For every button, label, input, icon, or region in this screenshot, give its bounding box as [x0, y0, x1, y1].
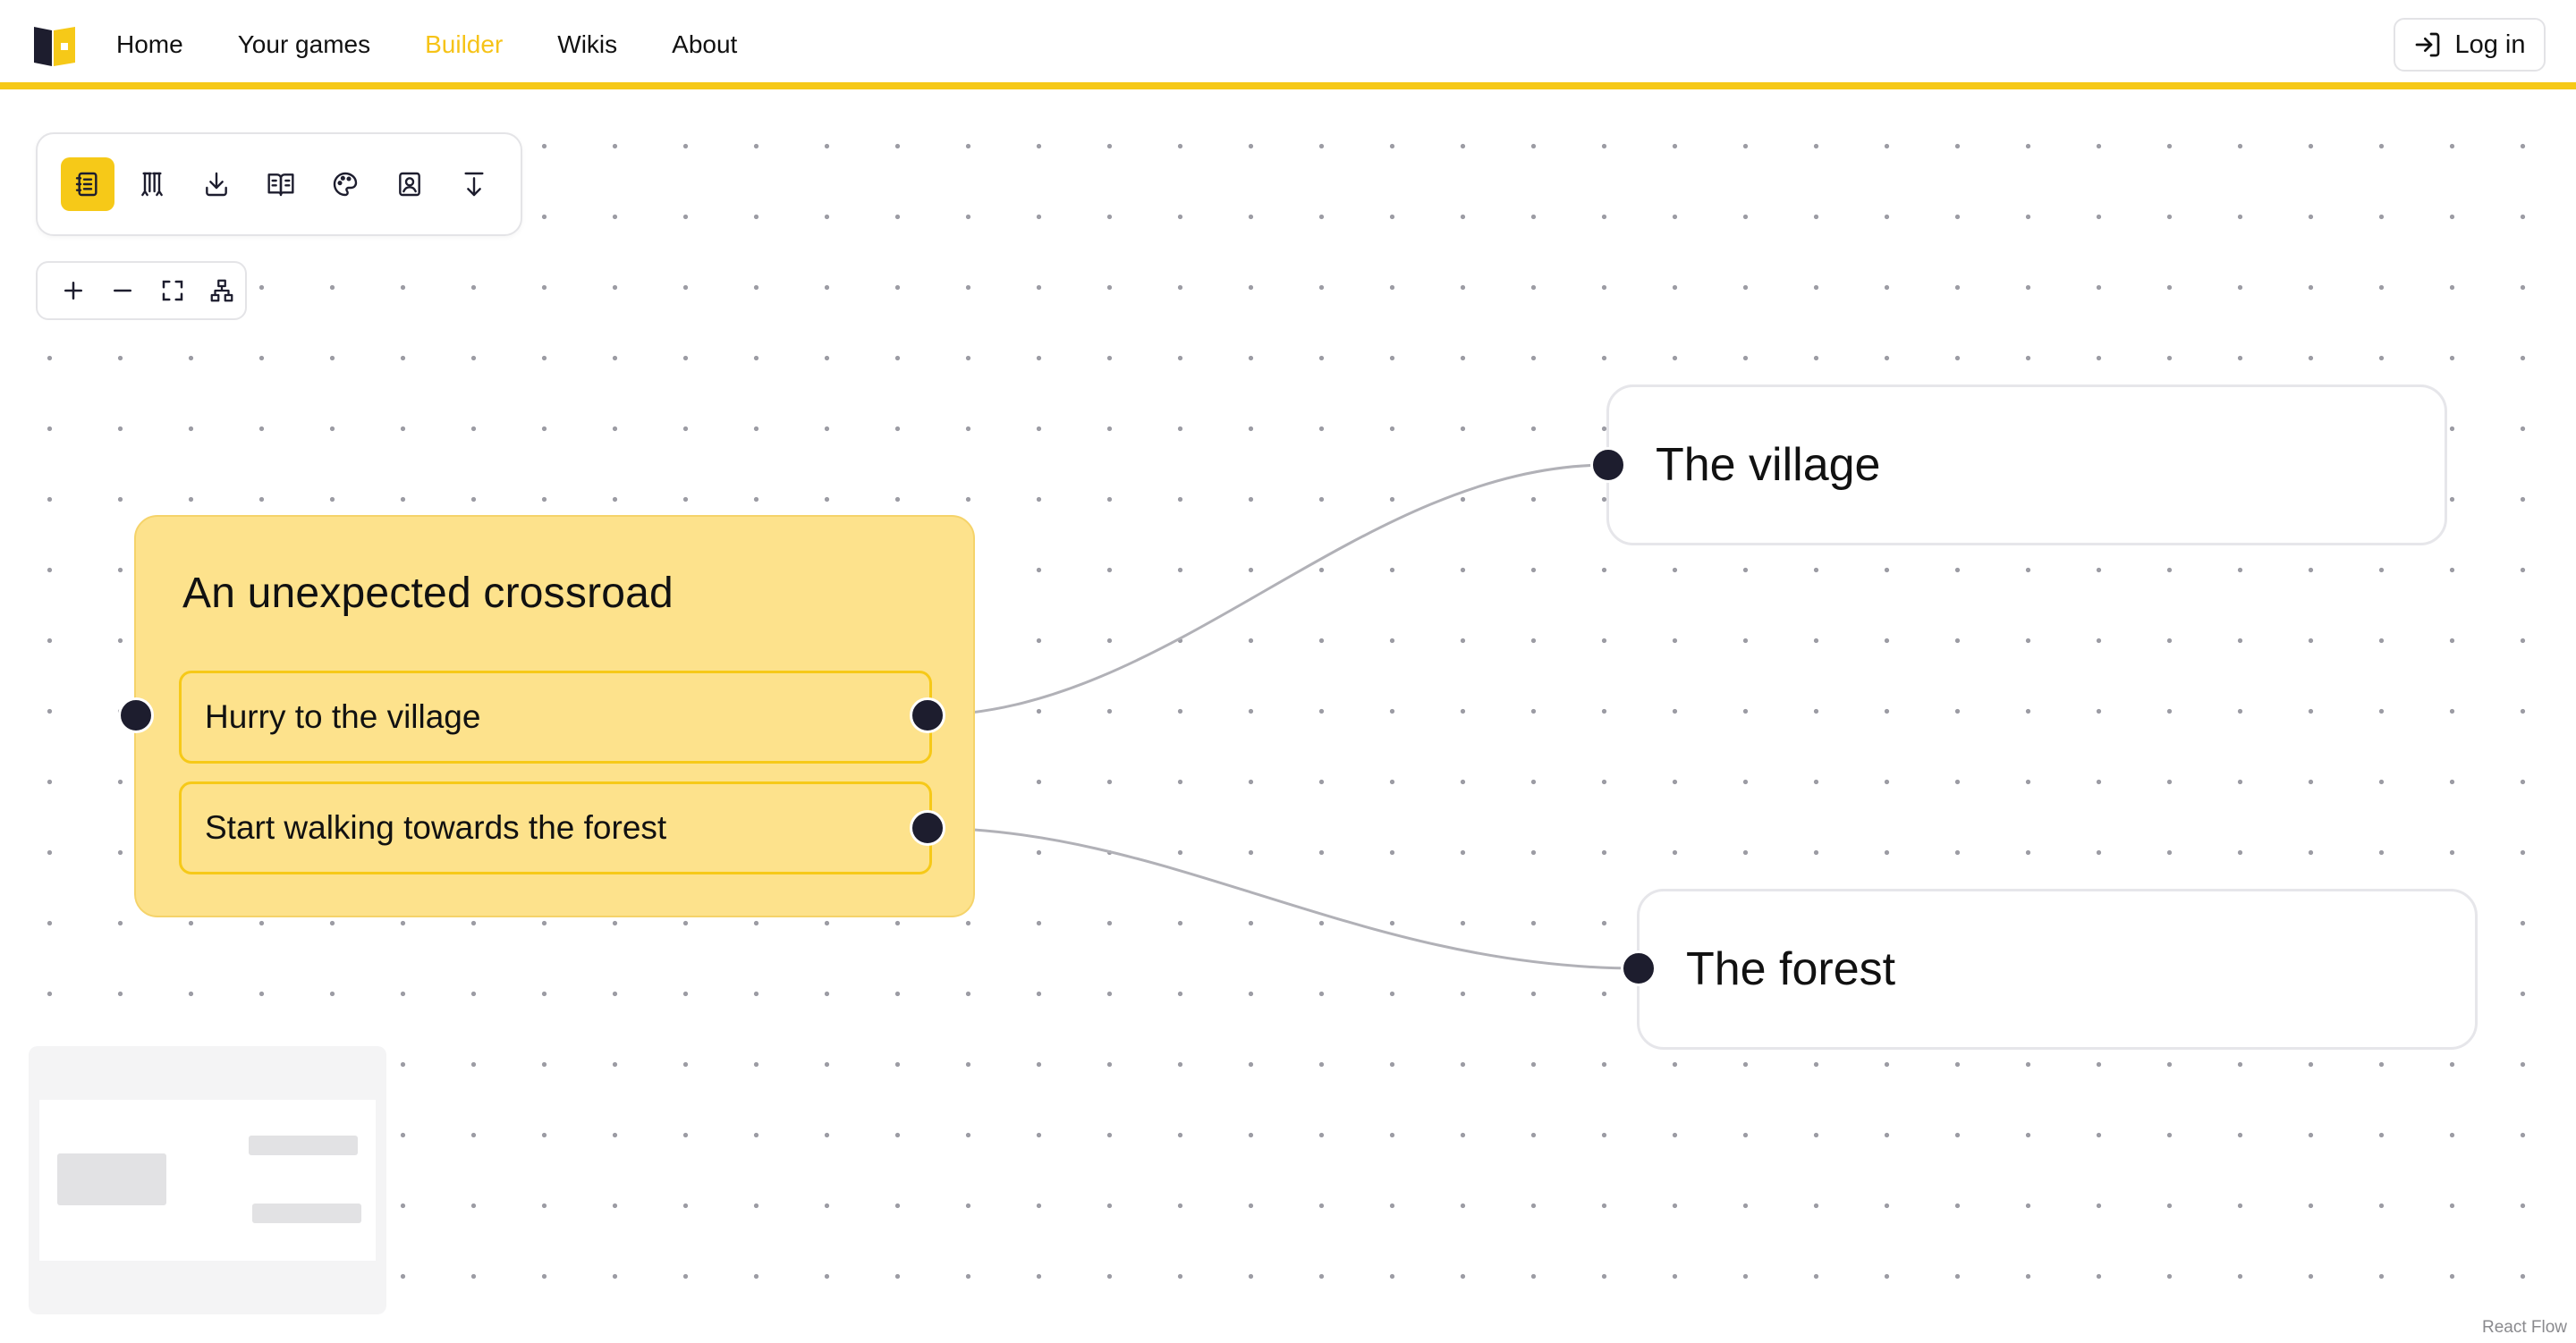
minimap-node	[57, 1153, 166, 1205]
login-button[interactable]: Log in	[2394, 18, 2546, 72]
scene-title: The forest	[1686, 943, 1896, 995]
zoom-controls	[36, 261, 247, 320]
logo-icon[interactable]	[30, 23, 80, 68]
scene-node-forest[interactable]: The forest	[1637, 889, 2478, 1050]
nav-wikis[interactable]: Wikis	[557, 32, 617, 57]
builder-toolbar	[36, 132, 522, 236]
nav-about[interactable]: About	[672, 32, 737, 57]
download-icon	[206, 172, 227, 197]
source-handle-forest[interactable]	[910, 810, 945, 846]
nav-home[interactable]: Home	[116, 32, 183, 57]
edge-village[interactable]	[926, 463, 1609, 717]
minimap-node	[252, 1204, 361, 1223]
wiki-tool-button[interactable]	[254, 157, 308, 211]
flow-canvas[interactable]: An unexpected crossroad Hurry to the vil…	[0, 89, 2576, 1343]
target-handle-forest[interactable]	[1621, 950, 1657, 986]
login-label: Log in	[2454, 30, 2526, 59]
scene-node-village[interactable]: The village	[1606, 384, 2447, 545]
columns-icon	[141, 172, 163, 197]
palette-icon	[333, 172, 358, 197]
fit-view-button[interactable]	[149, 267, 196, 314]
choice-village[interactable]: Hurry to the village	[179, 671, 932, 764]
contact-icon	[399, 172, 420, 197]
minimap-node	[249, 1136, 358, 1155]
nav-your-games[interactable]: Your games	[238, 32, 370, 57]
scenes-tool-button[interactable]	[61, 157, 114, 211]
scene-title: The village	[1656, 439, 1881, 491]
zoom-in-button[interactable]	[50, 267, 97, 314]
zoom-in-icon	[64, 282, 82, 300]
fit-view-icon	[162, 280, 182, 301]
scene-node-crossroad[interactable]: An unexpected crossroad Hurry to the vil…	[134, 515, 975, 917]
download-tool-button[interactable]	[190, 157, 243, 211]
target-handle-village[interactable]	[1590, 447, 1626, 483]
auto-layout-button[interactable]	[199, 267, 246, 314]
scene-title[interactable]: An unexpected crossroad	[182, 569, 674, 618]
export-tool-button[interactable]	[447, 157, 501, 211]
target-handle-crossroad[interactable]	[118, 697, 154, 733]
nav-links: Home Your games Builder Wikis About	[116, 0, 792, 89]
layout-icon	[210, 279, 233, 302]
nav-builder[interactable]: Builder	[425, 32, 503, 57]
source-handle-village[interactable]	[910, 697, 945, 733]
columns-tool-button[interactable]	[125, 157, 179, 211]
react-flow-attribution[interactable]: React Flow	[2478, 1316, 2571, 1339]
minimap[interactable]	[29, 1046, 386, 1314]
scenes-icon	[75, 172, 97, 197]
zoom-out-icon	[114, 289, 132, 292]
export-icon	[464, 172, 484, 197]
zoom-out-button[interactable]	[100, 267, 147, 314]
characters-tool-button[interactable]	[383, 157, 436, 211]
edge-forest[interactable]	[926, 826, 1640, 970]
top-nav: Home Your games Builder Wikis About Log …	[0, 0, 2576, 89]
book-open-icon	[267, 173, 294, 197]
login-icon	[2416, 32, 2440, 57]
theme-tool-button[interactable]	[318, 157, 372, 211]
choice-forest[interactable]: Start walking towards the forest	[179, 781, 932, 874]
